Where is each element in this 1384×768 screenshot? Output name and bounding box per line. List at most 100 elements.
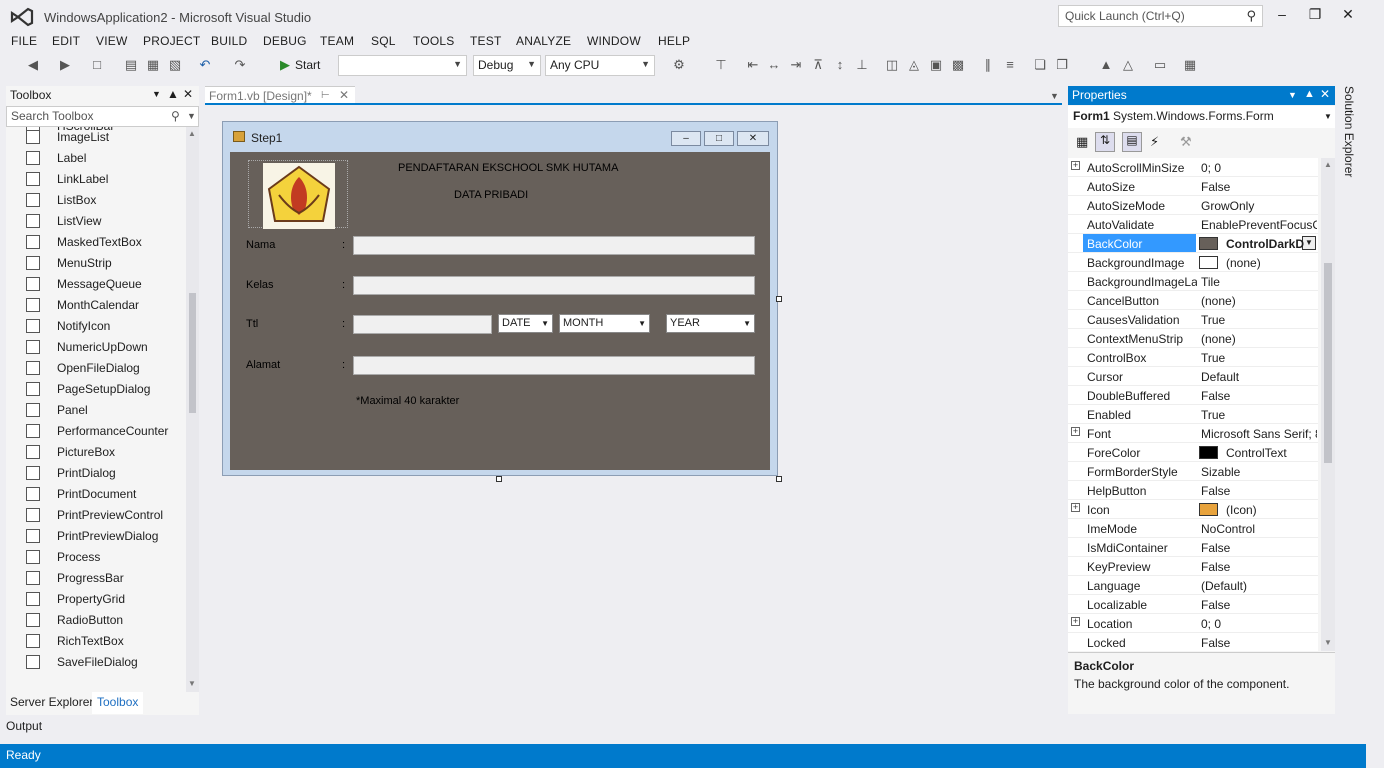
property-row[interactable]: ImeMode NoControl xyxy=(1068,519,1318,538)
toolbox-item[interactable]: MenuStrip xyxy=(6,253,183,274)
property-value[interactable]: True xyxy=(1201,351,1317,365)
property-value[interactable]: False xyxy=(1201,636,1317,650)
save-all-icon[interactable]: ▧ xyxy=(168,58,182,72)
categorized-icon[interactable]: ▦ xyxy=(1076,134,1088,150)
redo-icon[interactable]: ↷ xyxy=(233,58,247,72)
tab-toolbox[interactable]: Toolbox xyxy=(92,692,144,714)
property-value[interactable]: 0; 0 xyxy=(1201,617,1317,631)
property-row[interactable]: FormBorderStyle Sizable xyxy=(1068,462,1318,481)
expand-icon[interactable]: + xyxy=(1071,503,1080,512)
year-combo[interactable]: YEAR ▼ xyxy=(666,314,755,333)
property-row[interactable]: BackColor ▼ ControlDarkD xyxy=(1068,234,1318,253)
scroll-up-icon[interactable]: ▲ xyxy=(188,129,196,138)
toolbox-item[interactable]: LinkLabel xyxy=(6,169,183,190)
menu-tools[interactable]: TOOLS xyxy=(413,34,454,48)
menu-file[interactable]: FILE xyxy=(11,34,37,48)
toolbox-item[interactable]: MessageQueue xyxy=(6,274,183,295)
scrollbar-thumb[interactable] xyxy=(189,293,196,413)
menu-help[interactable]: HELP xyxy=(658,34,690,48)
resize-handle-corner[interactable] xyxy=(776,476,782,482)
properties-scrollbar[interactable]: ▲ ▼ xyxy=(1321,158,1335,651)
toolbox-search-input[interactable]: Search Toolbox ⚲ ▼ xyxy=(6,106,199,127)
toolbox-item[interactable]: PrintPreviewControl xyxy=(6,505,183,526)
property-row[interactable]: ContextMenuStrip (none) xyxy=(1068,329,1318,348)
property-value[interactable]: (none) xyxy=(1201,294,1317,308)
toolbox-item[interactable]: OpenFileDialog xyxy=(6,358,183,379)
logo-picturebox[interactable] xyxy=(248,160,348,229)
scroll-up-icon[interactable]: ▲ xyxy=(1324,160,1332,169)
resize-handle-right[interactable] xyxy=(776,296,782,302)
property-row[interactable]: Language (Default) xyxy=(1068,576,1318,595)
close-icon[interactable]: ✕ xyxy=(339,88,349,102)
property-row[interactable]: + AutoScrollMinSize 0; 0 xyxy=(1068,158,1318,177)
forward-icon[interactable]: ▶ xyxy=(58,58,72,72)
form-maximize-button[interactable]: □ xyxy=(704,131,734,146)
property-value[interactable]: False xyxy=(1201,389,1317,403)
minimize-button[interactable]: – xyxy=(1270,6,1294,24)
toolbar-options-icon[interactable]: ▦ xyxy=(1183,58,1197,72)
toolbox-item[interactable]: ListBox xyxy=(6,190,183,211)
expand-icon[interactable]: + xyxy=(1071,617,1080,626)
property-value[interactable]: Sizable xyxy=(1201,465,1317,479)
nama-input[interactable] xyxy=(353,236,755,255)
close-icon[interactable]: ✕ xyxy=(1320,87,1330,101)
property-value[interactable]: False xyxy=(1201,180,1317,194)
output-tab[interactable]: Output xyxy=(6,719,42,733)
property-value[interactable]: False xyxy=(1201,484,1317,498)
menu-window[interactable]: WINDOW xyxy=(587,34,641,48)
start-button[interactable]: Start xyxy=(295,58,320,72)
bring-to-front-icon[interactable]: ❏ xyxy=(1033,58,1047,72)
align-bottoms-icon[interactable]: ⊥ xyxy=(855,58,869,72)
property-value[interactable]: ControlDarkD xyxy=(1226,237,1316,251)
back-icon[interactable]: ◀ xyxy=(26,58,40,72)
toolbox-item[interactable]: PrintDialog xyxy=(6,463,183,484)
property-value[interactable]: (none) xyxy=(1201,332,1317,346)
pin-icon[interactable]: ▲ xyxy=(167,87,179,101)
property-value[interactable]: (none) xyxy=(1226,256,1316,270)
size-to-grid-icon[interactable]: ▩ xyxy=(951,58,965,72)
expand-icon[interactable]: + xyxy=(1071,161,1080,170)
horizontal-spacing-icon[interactable]: ∥ xyxy=(981,58,995,72)
toolbox-item[interactable]: NotifyIcon xyxy=(6,316,183,337)
debug-target-combo[interactable]: ▼ xyxy=(338,55,467,76)
toolbox-item[interactable]: PrintDocument xyxy=(6,484,183,505)
menu-analyze[interactable]: ANALYZE xyxy=(516,34,571,48)
toolbox-item[interactable]: RadioButton xyxy=(6,610,183,631)
close-button[interactable]: ✕ xyxy=(1336,6,1360,24)
properties-view-icon[interactable]: ▤ xyxy=(1122,132,1142,152)
resize-handle-bottom[interactable] xyxy=(496,476,502,482)
lock-controls-icon[interactable]: △ xyxy=(1121,58,1135,72)
maximize-button[interactable]: ❐ xyxy=(1303,6,1327,24)
vertical-spacing-icon[interactable]: ≡ xyxy=(1003,58,1017,72)
chevron-down-icon[interactable]: ▼ xyxy=(1288,90,1297,100)
toolbox-item[interactable]: PrintPreviewDialog xyxy=(6,526,183,547)
property-value[interactable]: (Default) xyxy=(1201,579,1317,593)
start-icon[interactable]: ▶ xyxy=(278,58,292,72)
property-row[interactable]: + Location 0; 0 xyxy=(1068,614,1318,633)
menu-test[interactable]: TEST xyxy=(470,34,501,48)
toolbox-item[interactable]: Panel xyxy=(6,400,183,421)
chevron-down-icon[interactable]: ▼ xyxy=(187,111,196,121)
property-value[interactable]: Microsoft Sans Serif; 8 xyxy=(1201,427,1317,441)
chevron-down-icon[interactable]: ▼ xyxy=(1050,91,1059,101)
property-row[interactable]: IsMdiContainer False xyxy=(1068,538,1318,557)
toolbox-item[interactable]: MaskedTextBox xyxy=(6,232,183,253)
menu-view[interactable]: VIEW xyxy=(96,34,127,48)
object-selector[interactable]: Form1 System.Windows.Forms.Form ▼ xyxy=(1068,106,1335,128)
toolbox-item[interactable]: ProgressBar xyxy=(6,568,183,589)
property-value[interactable]: GrowOnly xyxy=(1201,199,1317,213)
make-same-size-icon[interactable]: ▣ xyxy=(929,58,943,72)
toolbox-item[interactable]: PageSetupDialog xyxy=(6,379,183,400)
make-same-height-icon[interactable]: ◬ xyxy=(907,58,921,72)
property-pages-icon[interactable]: ⚒ xyxy=(1180,134,1192,150)
tempat-lahir-input[interactable] xyxy=(353,315,492,334)
pin-icon[interactable]: ▲ xyxy=(1304,88,1315,100)
property-row[interactable]: KeyPreview False xyxy=(1068,557,1318,576)
chevron-down-icon[interactable]: ▼ xyxy=(152,89,161,99)
property-row[interactable]: CancelButton (none) xyxy=(1068,291,1318,310)
property-row[interactable]: Localizable False xyxy=(1068,595,1318,614)
property-value[interactable]: Tile xyxy=(1201,275,1317,289)
menu-edit[interactable]: EDIT xyxy=(52,34,80,48)
form-minimize-button[interactable]: – xyxy=(671,131,701,146)
toolbox-item[interactable]: MonthCalendar xyxy=(6,295,183,316)
